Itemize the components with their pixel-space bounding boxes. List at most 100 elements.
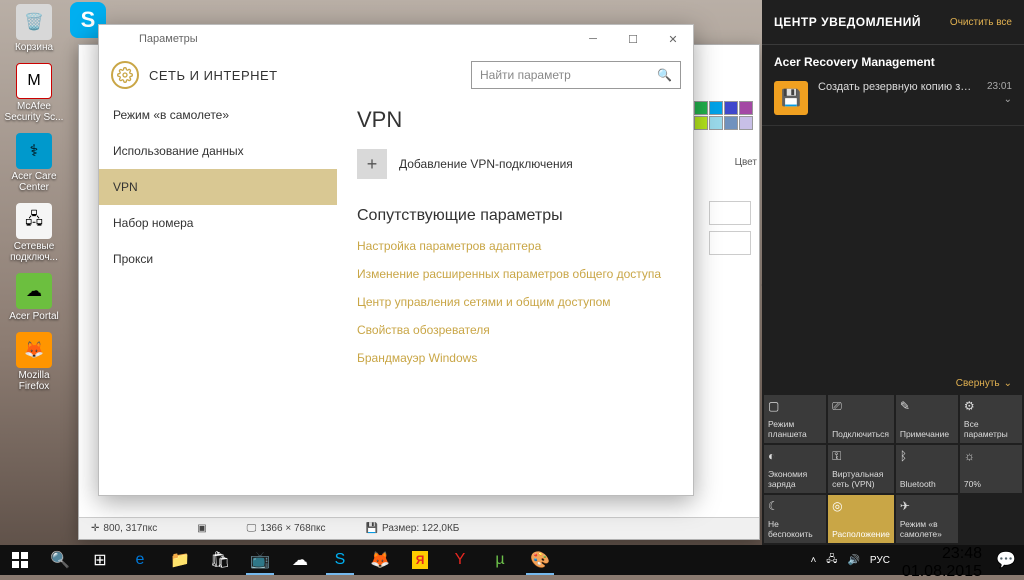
paint-toolbar-button[interactable]	[709, 201, 751, 225]
plus-icon: +	[357, 149, 387, 179]
desktop-icon-recycle-bin[interactable]: 🗑️ Корзина	[4, 4, 64, 53]
desktop-icon-network[interactable]: 🖧 Сетевые подключ...	[4, 203, 64, 263]
window-titlebar[interactable]: Параметры ─ ☐ ✕	[99, 25, 693, 53]
taskbar-yandex[interactable]: Я	[400, 545, 440, 575]
collapse-button[interactable]: Свернуть ⌄	[944, 372, 1024, 395]
link-internet-options[interactable]: Свойства обозревателя	[357, 323, 671, 337]
nav-item-proxy[interactable]: Прокси	[99, 241, 337, 277]
taskbar-edge[interactable]: e	[120, 545, 160, 575]
search-icon: 🔍	[657, 68, 672, 82]
taskbar-skype[interactable]: S	[320, 545, 360, 575]
search-button[interactable]: 🔍	[40, 545, 80, 575]
desktop-icon-label: Сетевые подключ...	[4, 241, 64, 263]
taskbar-utorrent[interactable]: µ	[480, 545, 520, 575]
shield-icon: M	[16, 63, 52, 99]
taskbar-clock[interactable]: 23:48 01.08.2015	[896, 545, 988, 575]
action-center: ЦЕНТР УВЕДОМЛЕНИЙ Очистить все Acer Reco…	[762, 0, 1024, 545]
link-network-center[interactable]: Центр управления сетями и общим доступом	[357, 295, 671, 309]
taskbar-settings[interactable]: 📺	[240, 545, 280, 575]
tile-bluetooth[interactable]: ᛒ Bluetooth	[896, 445, 958, 493]
link-sharing-settings[interactable]: Изменение расширенных параметров общего …	[357, 267, 671, 281]
desktop-icon-label: Acer Care Center	[4, 171, 64, 193]
tile-label: Режим планшета	[768, 419, 822, 439]
taskbar-paint[interactable]: 🎨	[520, 545, 560, 575]
settings-window[interactable]: Параметры ─ ☐ ✕ СЕТЬ И ИНТЕРНЕТ Найти па…	[98, 24, 694, 496]
brightness-icon: ☼	[964, 449, 975, 463]
taskbar-firefox[interactable]: 🦊	[360, 545, 400, 575]
action-center-button[interactable]: 💬	[988, 545, 1024, 575]
quick-action-tiles: ▢Режим планшета ⎚Подключиться ✎Примечани…	[762, 395, 1024, 545]
nav-item-airplane[interactable]: Режим «в самолете»	[99, 97, 337, 133]
statusbar-value: Размер: 122,0КБ	[382, 523, 459, 534]
tile-battery-saver[interactable]: ◐Экономия заряда	[764, 445, 826, 493]
airplane-icon: ✈	[900, 499, 910, 513]
tray-language[interactable]: РУС	[870, 555, 890, 566]
notification-app-header[interactable]: Acer Recovery Management	[762, 44, 1024, 75]
maximize-button[interactable]: ☐	[613, 25, 653, 53]
clear-all-button[interactable]: Очистить все	[950, 17, 1012, 28]
tile-note[interactable]: ✎Примечание	[896, 395, 958, 443]
canvas-size: 🖵 1366 × 768пкс	[247, 523, 326, 534]
tile-label: Подключиться	[832, 429, 890, 439]
tile-label: Примечание	[900, 429, 954, 439]
tile-brightness[interactable]: ☼ 70%	[960, 445, 1022, 493]
tray-network-icon[interactable]: 🖧	[826, 552, 837, 569]
tile-connect[interactable]: ⎚Подключиться	[828, 395, 894, 443]
tile-vpn[interactable]: ⚿Виртуальная сеть (VPN)	[828, 445, 894, 493]
taskbar: 🔍 ⊞ e 📁 🛍 📺 ☁ S 🦊 Я Y µ 🎨 ˄ 🖧 🔊 РУС 23:4…	[0, 545, 1024, 575]
link-firewall[interactable]: Брандмауэр Windows	[357, 351, 671, 365]
tile-quiet-hours[interactable]: ☾Не беспокоить	[764, 495, 826, 543]
paint-toolbar-button[interactable]	[709, 231, 751, 255]
tray-overflow[interactable]: ˄	[810, 555, 816, 566]
link-adapter-settings[interactable]: Настройка параметров адаптера	[357, 239, 671, 253]
network-icon: 🖧	[16, 203, 52, 239]
moon-icon: ☾	[768, 499, 779, 513]
tile-label: 70%	[964, 479, 1018, 489]
clock-date: 01.08.2015	[902, 563, 982, 580]
tile-all-settings[interactable]: ⚙Все параметры	[960, 395, 1022, 443]
notification-item[interactable]: 💾 Создать резервную копию заводс 23:01 ⌄	[762, 75, 1024, 126]
location-icon: ◎	[832, 499, 842, 513]
search-input[interactable]: Найти параметр 🔍	[471, 61, 681, 89]
close-button[interactable]: ✕	[653, 25, 693, 53]
minimize-button[interactable]: ─	[573, 25, 613, 53]
chevron-down-icon[interactable]: ⌄	[1004, 94, 1012, 105]
gear-icon	[111, 61, 139, 89]
statusbar-value: 800, 317пкс	[103, 523, 157, 534]
desktop-icon-acer-portal[interactable]: ☁ Acer Portal	[4, 273, 64, 322]
start-button[interactable]	[0, 545, 40, 575]
chevron-down-icon: ⌄	[1004, 378, 1012, 389]
nav-item-vpn[interactable]: VPN	[99, 169, 337, 205]
tile-label: Все параметры	[964, 419, 1018, 439]
page-title: VPN	[357, 107, 671, 133]
nav-item-data-usage[interactable]: Использование данных	[99, 133, 337, 169]
taskbar-explorer[interactable]: 📁	[160, 545, 200, 575]
taskbar-store[interactable]: 🛍	[200, 545, 240, 575]
related-title: Сопутствующие параметры	[357, 207, 671, 225]
tray-volume-icon[interactable]: 🔊	[847, 555, 859, 566]
notification-text: Создать резервную копию заводс	[818, 81, 977, 115]
desktop-icon-firefox[interactable]: 🦊 Mozilla Firefox	[4, 332, 64, 392]
tile-airplane-mode[interactable]: ✈ Режим «в самолете»	[896, 495, 958, 543]
nav-item-dialup[interactable]: Набор номера	[99, 205, 337, 241]
firefox-icon: 🦊	[16, 332, 52, 368]
desktop-icon-mcafee[interactable]: M McAfee Security Sc...	[4, 63, 64, 123]
bluetooth-icon: ᛒ	[900, 449, 907, 463]
taskbar-cloud[interactable]: ☁	[280, 545, 320, 575]
cursor-position: ✛ 800, 317пкс	[91, 523, 157, 534]
add-vpn-button[interactable]: + Добавление VPN-подключения	[357, 149, 671, 179]
desktop-icon-acer-care[interactable]: ⚕ Acer Care Center	[4, 133, 64, 193]
tile-label: Режим «в самолете»	[900, 519, 954, 539]
desktop-icon-label: Acer Portal	[9, 311, 58, 322]
cloud-icon: ☁	[16, 273, 52, 309]
tile-label: Bluetooth	[900, 479, 954, 489]
desktop: 🗑️ Корзина M McAfee Security Sc... ⚕ Ace…	[0, 0, 1024, 575]
tile-location[interactable]: ◎ Расположение	[828, 495, 894, 543]
taskbar-yandex-browser[interactable]: Y	[440, 545, 480, 575]
settings-category-title: СЕТЬ И ИНТЕРНЕТ	[149, 68, 278, 83]
tile-label: Расположение	[832, 529, 890, 539]
tile-tablet-mode[interactable]: ▢Режим планшета	[764, 395, 826, 443]
add-vpn-label: Добавление VPN-подключения	[399, 157, 573, 171]
task-view-button[interactable]: ⊞	[80, 545, 120, 575]
backup-icon: 💾	[774, 81, 808, 115]
